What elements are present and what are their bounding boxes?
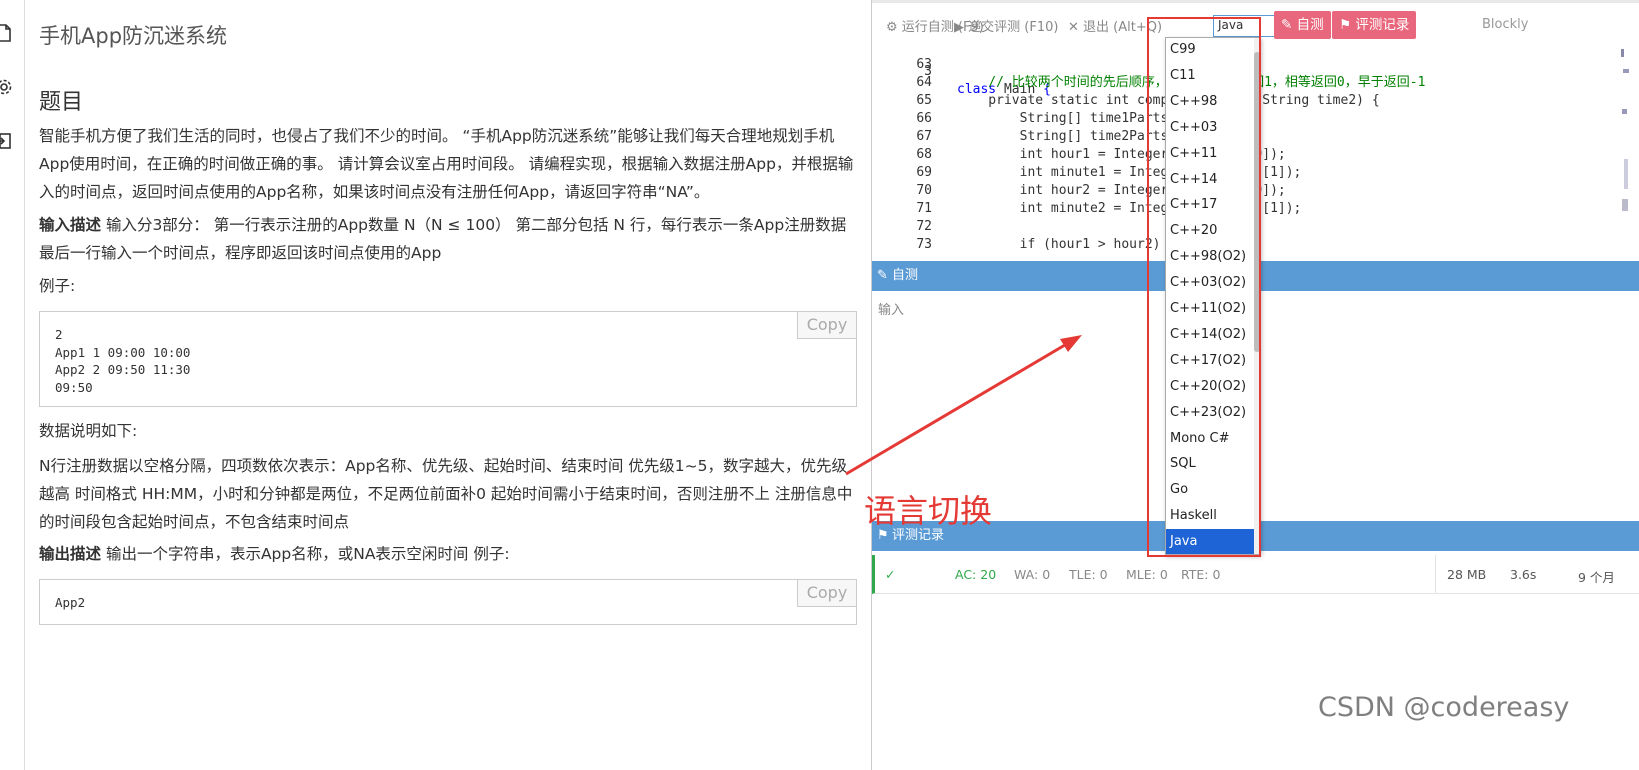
annotation-label: 语言切换 — [864, 492, 993, 530]
code-minimap — [1621, 49, 1629, 211]
records-label: 评测记录 — [1355, 17, 1410, 33]
language-option[interactable]: C++20 — [1166, 218, 1254, 244]
dropdown-scrollbar[interactable] — [1254, 38, 1260, 554]
example-input-box: 2 App1 1 09:00 10:00 App2 2 09:50 11:30 … — [39, 311, 857, 407]
pencil-icon: ✎ — [1281, 17, 1293, 33]
problem-panel: 手机App防沉迷系统 题目 智能手机方便了我们生活的同时，也侵占了我们不少的时间… — [25, 0, 872, 770]
language-option[interactable]: C99 — [1166, 38, 1254, 63]
code-text: if (hour1 > hour2) { — [957, 237, 1177, 252]
input-label: 输入描述 — [39, 216, 102, 234]
memory-value: 28 MB — [1447, 567, 1487, 582]
divider — [1435, 555, 1436, 593]
language-option[interactable]: Haskell — [1166, 503, 1254, 529]
flag-icon: ⚑ — [1339, 17, 1352, 33]
line-number: 70 — [916, 183, 932, 198]
input-description: 输入描述 输入分3部分： 第一行表示注册的App数量 N（N ≤ 100） 第二… — [39, 211, 857, 267]
line-number: 64 — [916, 75, 932, 90]
check-icon: ✓ — [885, 567, 896, 582]
copy-button[interactable]: Copy — [797, 312, 856, 339]
language-option[interactable]: C++14(O2) — [1166, 322, 1254, 348]
copy-button[interactable]: Copy — [797, 580, 856, 607]
mle-count: MLE: 0 — [1126, 567, 1168, 582]
language-dropdown: C99 C11 C++98 C++03 C++11 C++14 C++17 C++20 C++9… — [1165, 37, 1261, 555]
line-number: 72 — [916, 219, 932, 234]
rte-count: RTE: 0 — [1181, 567, 1221, 582]
output-text: 输出一个字符串，表示App名称，或NA表示空闲时间 例子: — [101, 545, 510, 563]
language-option[interactable]: SQL — [1166, 451, 1254, 477]
problem-description: 智能手机方便了我们生活的同时，也侵占了我们不少的时间。 “手机App防沉迷系统”… — [39, 127, 854, 201]
problem-title: 手机App防沉迷系统 — [39, 24, 228, 48]
output-label: 输出描述 — [39, 545, 102, 563]
line-number: 68 — [916, 147, 932, 162]
input-text: 输入分3部分： 第一行表示注册的App数量 N（N ≤ 100） 第二部分包括 … — [39, 216, 847, 262]
line-number: 67 — [916, 129, 932, 144]
submit-button[interactable]: ▶ 递交评测 (F10) — [954, 16, 1058, 35]
icon-rail — [0, 0, 25, 770]
data-note-text: N行注册数据以空格分隔，四项数依次表示：App名称、优先级、起始时间、结束时间 … — [39, 457, 853, 531]
language-option[interactable]: C++14 — [1166, 167, 1254, 193]
line-number: 71 — [916, 201, 932, 216]
language-option[interactable]: C++23(O2) — [1166, 400, 1254, 426]
line-number: 73 — [916, 237, 932, 252]
language-option[interactable]: Java — [1166, 529, 1254, 554]
selftest-input[interactable]: 输入 — [878, 299, 904, 318]
language-option[interactable]: Mono C# — [1166, 426, 1254, 452]
pencil-icon: ✎ — [877, 268, 888, 283]
ac-count: AC: 20 — [955, 567, 997, 582]
language-option[interactable]: C++11 — [1166, 141, 1254, 167]
sign-in-icon[interactable] — [0, 132, 12, 150]
language-option[interactable]: C++20(O2) — [1166, 374, 1254, 400]
gear-icon[interactable] — [0, 78, 12, 96]
watermark: CSDN @codereasy — [1318, 692, 1570, 723]
selftest-panel-title: 自测 — [892, 268, 919, 283]
data-note-label: 数据说明如下: — [39, 422, 138, 440]
submit-label: 递交评测 (F10) — [968, 20, 1059, 35]
language-option[interactable]: C++11(O2) — [1166, 296, 1254, 322]
line-number: 65 — [916, 93, 932, 108]
selftest-button[interactable]: ✎ 自测 — [1274, 11, 1331, 39]
submitted-ago: 9 个月 — [1578, 570, 1615, 585]
example-input: 2 App1 1 09:00 10:00 App2 2 09:50 11:30 … — [55, 327, 191, 395]
gear-icon: ⚙ — [886, 20, 898, 35]
language-option[interactable]: C11 — [1166, 63, 1254, 89]
line-number: 69 — [916, 165, 932, 180]
language-option[interactable]: C++17 — [1166, 192, 1254, 218]
language-option[interactable]: C++03(O2) — [1166, 270, 1254, 296]
records-button[interactable]: ⚑ 评测记录 — [1332, 11, 1417, 39]
selftest-label: 自测 — [1296, 17, 1324, 33]
example-label: 例子: — [39, 277, 76, 295]
language-option[interactable]: C++98 — [1166, 89, 1254, 115]
language-option[interactable]: C++17(O2) — [1166, 348, 1254, 374]
exit-button[interactable]: ✕ 退出 (Alt+Q) — [1068, 16, 1162, 35]
section-heading: 题目 — [39, 90, 84, 115]
output-description: 输出描述 输出一个字符串，表示App名称，或NA表示空闲时间 例子: — [39, 540, 857, 568]
time-value: 3.6s — [1510, 567, 1537, 582]
scrollbar-thumb[interactable] — [1254, 52, 1260, 352]
language-option[interactable]: C++03 — [1166, 115, 1254, 141]
play-icon: ▶ — [954, 20, 964, 35]
line-number: 66 — [916, 111, 932, 126]
example-output: App2 — [55, 595, 86, 610]
wa-count: WA: 0 — [1014, 567, 1051, 582]
language-value: Java — [1218, 18, 1244, 32]
result-row[interactable]: ✓ AC: 20 WA: 0 TLE: 0 MLE: 0 RTE: 0 28 M… — [872, 555, 1639, 594]
exit-label: 退出 (Alt+Q) — [1083, 20, 1163, 35]
example-output-box: App2 Copy — [39, 579, 857, 625]
line-number: 63 — [916, 57, 932, 72]
tle-count: TLE: 0 — [1069, 567, 1108, 582]
file-icon[interactable] — [0, 24, 12, 42]
close-icon: ✕ — [1068, 20, 1079, 35]
blockly-button[interactable]: Blockly — [1482, 17, 1528, 32]
language-option[interactable]: Go — [1166, 477, 1254, 503]
language-option[interactable]: C++98(O2) — [1166, 244, 1254, 270]
